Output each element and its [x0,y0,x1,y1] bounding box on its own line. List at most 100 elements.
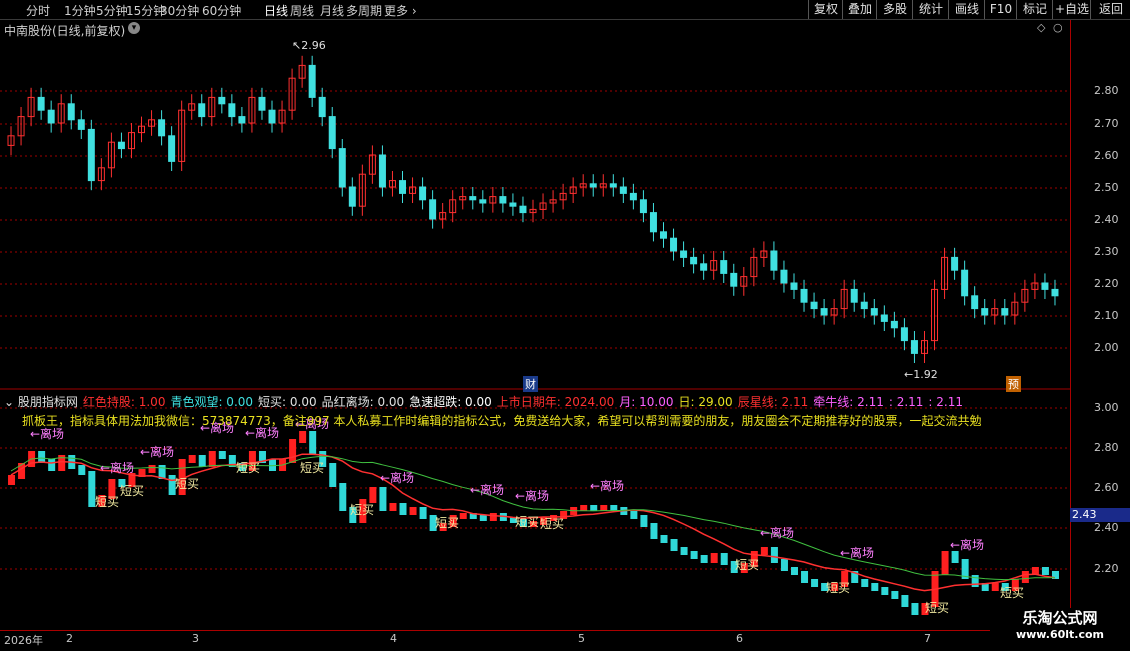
period-tab-1[interactable]: 1分钟 [64,2,96,19]
period-tab-0[interactable]: 分时 [26,2,50,19]
toolbar-button-0[interactable]: 复权 [808,0,843,19]
price-tick: 2.40 [1094,213,1119,226]
indicator-bar [871,583,879,591]
toolbar-button-6[interactable]: 标记 [1016,0,1053,19]
exit-signal: ←离场 [100,460,134,475]
toolbar-button-3[interactable]: 统计 [912,0,949,19]
candle-body [850,288,858,303]
candle-body [971,295,979,310]
indicator-bar [218,451,226,459]
indicator-bar [861,579,869,587]
period-tab-7[interactable]: 周线 [290,2,314,19]
indicator-bar [911,603,919,615]
indicator-tick: 2.80 [1094,441,1119,454]
indicator-field: 短买: 0.00 [258,395,317,409]
toolbar-button-8[interactable]: 返回 [1090,0,1130,19]
price-tick: 2.00 [1094,341,1119,354]
low-price-label: ←1.92 [904,368,938,381]
indicator-bar [971,575,979,587]
indicator-bar [38,451,46,463]
candle-body [649,212,657,233]
candle-body [770,250,778,271]
period-tab-2[interactable]: 5分钟 [96,2,128,19]
candle-body [258,96,266,111]
candle-body [399,180,407,194]
indicator-tick: 2.60 [1094,481,1119,494]
candle-body [198,103,206,118]
indicator-bar [208,451,216,467]
period-tab-6[interactable]: 日线 [264,2,288,19]
indicator-bar [891,591,899,599]
indicator-bar [790,567,798,575]
indicator-bar [419,507,427,519]
candle-body [429,199,437,220]
date-tick: 7 [924,632,931,645]
indicator-bar [369,487,377,503]
candle-body [519,205,527,214]
indicator-bar [399,503,407,515]
indicator-bar [289,439,297,463]
exit-signal: ←离场 [470,482,504,497]
candle-body [1041,282,1049,290]
period-tab-8[interactable]: 月线 [320,2,344,19]
exit-signal: ←离场 [840,545,874,560]
date-tick: 2026年 [4,634,43,647]
candle-body [680,250,688,258]
buy-signal: 短买 [515,515,539,529]
indicator-field: 上市日期年: 2024.00 [496,395,615,409]
candle-body [800,288,808,303]
indicator-field: 青色观望: 0.00 [170,395,254,409]
candle-body [479,199,487,204]
candle-body [951,256,959,271]
candle-body [619,186,627,194]
forecast-marker[interactable]: 预 [1006,376,1021,392]
indicator-bar [640,515,648,527]
indicator-name[interactable]: ⌄ 股朋指标网 [4,395,78,409]
indicator-field: 品红离场: 0.00 [321,395,405,409]
indicator-field: : 2.11 [888,395,924,409]
indicator-bar [630,511,638,519]
candle-body [639,199,647,214]
toolbar-button-4[interactable]: 画线 [948,0,985,19]
indicator-bar [991,583,999,591]
toolbar-button-2[interactable]: 多股 [876,0,913,19]
candle-body [820,308,828,316]
buy-signal: 短买 [120,484,144,498]
indicator-bar [489,513,497,521]
indicator-tick: 3.00 [1094,401,1119,414]
price-tick: 2.10 [1094,309,1119,322]
period-tab-9[interactable]: 多周期 [346,2,382,19]
candlestick-chart[interactable]: ↖2.96 ←1.92 [0,20,1070,390]
indicator-bar [459,513,467,519]
indicator-bar [941,551,949,575]
toolbar-button-7[interactable]: +自选 [1052,0,1091,19]
candle-body [499,196,507,204]
price-axis [1070,20,1130,630]
buy-signal: 短买 [300,461,324,475]
candle-body [378,154,386,188]
candle-body [328,116,336,150]
indicator-bar [670,539,678,551]
candle-body [589,183,597,188]
toolbar-button-1[interactable]: 叠加 [842,0,877,19]
indicator-bar [801,571,809,583]
price-tick: 2.70 [1094,117,1119,130]
buy-signal: 短买 [435,516,459,530]
toolbar-button-5[interactable]: F10 [984,0,1017,19]
date-axis [0,630,1070,651]
indicator-bar [760,547,768,555]
candle-body [1051,288,1059,297]
finance-marker[interactable]: 财 [523,376,538,392]
period-tab-4[interactable]: 30分钟 [160,2,199,19]
candle-body [670,237,678,252]
period-tab-5[interactable]: 60分钟 [202,2,241,19]
indicator-tick: 2.20 [1094,562,1119,575]
period-tab-10[interactable]: 更多 › [384,2,417,19]
candle-body [780,269,788,284]
indicator-bar [148,465,156,473]
candle-body [308,64,316,98]
indicator-bar [660,535,668,543]
buy-signal: 短买 [826,581,850,595]
candle-body [318,96,326,118]
date-tick: 5 [578,632,585,645]
